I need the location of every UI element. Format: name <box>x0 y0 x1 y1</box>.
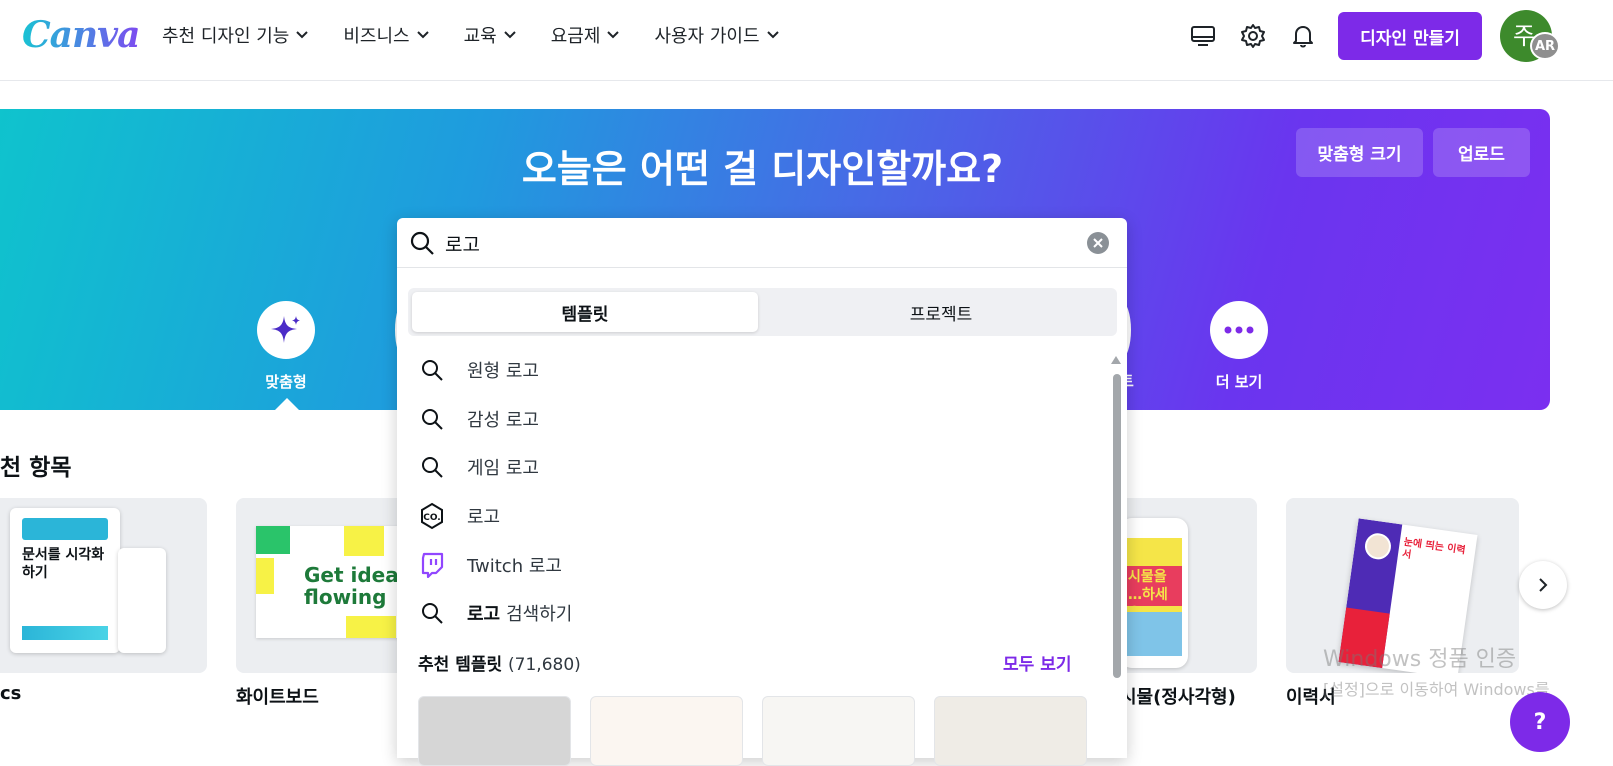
chevron-down-icon <box>504 31 516 39</box>
help-button[interactable]: ? <box>1510 692 1570 752</box>
twitch-icon <box>417 552 447 578</box>
scrollbar-thumb[interactable] <box>1113 374 1121 678</box>
main-nav: 추천 디자인 기능 비즈니스 교육 요금제 사용자 가이드 <box>162 22 814 48</box>
card-label: 화이트보드 <box>236 687 319 708</box>
chevron-right-icon <box>1539 578 1548 592</box>
card-thumb: Get ideas flowing <box>256 526 416 638</box>
card-thumb-phone <box>118 548 166 653</box>
category-pointer <box>275 398 299 410</box>
bell-icon[interactable] <box>1288 20 1318 52</box>
top-bar: Canva 추천 디자인 기능 비즈니스 교육 요금제 사용자 가이드 디자인 … <box>0 0 1613 81</box>
search-icon <box>409 230 435 260</box>
card-thumb-bars <box>22 626 108 640</box>
card-thumb-text: 눈에 띄는 이력서 <box>1401 536 1467 561</box>
windows-activation-hint: [설정]으로 이동하여 Windows를 <box>1323 680 1550 699</box>
suggestion-item[interactable]: 원형 로고 <box>417 350 1077 390</box>
tab-projects[interactable]: 프로젝트 <box>768 292 1114 332</box>
scroll-up-arrow[interactable] <box>1111 356 1121 364</box>
card-thumb: 문서를 시각화하기 <box>10 508 120 653</box>
card-thumb-banner <box>22 518 108 540</box>
search-icon <box>417 358 447 382</box>
chevron-down-icon <box>416 31 429 39</box>
search-icon <box>417 601 447 625</box>
search-input[interactable] <box>445 228 1065 258</box>
suggestion-item[interactable]: 감성 로고 <box>417 399 1077 439</box>
card-whiteboard[interactable]: Get ideas flowing <box>236 498 416 673</box>
more-icon <box>1210 301 1268 359</box>
carousel-next-button[interactable] <box>1519 561 1567 609</box>
card-thumb-image <box>1126 612 1182 656</box>
top-icons <box>1188 20 1318 52</box>
suggestion-item[interactable]: Twitch 로고 <box>417 545 1077 585</box>
template-thumbnail[interactable] <box>418 696 571 766</box>
category-label: 맞춤형 <box>265 373 307 391</box>
nav-business[interactable]: 비즈니스 <box>343 22 429 48</box>
search-dropdown: 템플릿 프로젝트 원형 로고 감성 로고 게임 로고 CO. 로고 Twitch… <box>397 218 1127 766</box>
suggestion-text: 원형 로고 <box>467 361 539 382</box>
card-label: cs <box>0 683 22 704</box>
suggestion-text: Twitch 로고 <box>467 556 562 577</box>
template-thumbnail[interactable] <box>934 696 1087 766</box>
nav-pricing[interactable]: 요금제 <box>551 22 621 48</box>
sticky-note <box>346 616 396 638</box>
chevron-down-icon <box>296 31 309 39</box>
desktop-icon[interactable] <box>1188 20 1218 52</box>
search-all-item[interactable]: 로고 검색하기 <box>417 593 1077 633</box>
card-docs[interactable]: 문서를 시각화하기 <box>0 498 207 673</box>
custom-size-button[interactable]: 맞춤형 크기 <box>1296 128 1423 177</box>
suggestion-item[interactable]: CO. 로고 <box>417 496 1077 536</box>
card-thumb: 시물을 …하세요 <box>1126 538 1182 656</box>
sparkle-icon <box>257 301 315 359</box>
sticky-note <box>256 558 274 594</box>
clear-search-button[interactable] <box>1087 232 1109 254</box>
card-thumb-text: 시물을 …하세요 <box>1126 566 1182 621</box>
nav-education[interactable]: 교육 <box>464 22 517 48</box>
category-more[interactable]: 더 보기 <box>1189 301 1289 392</box>
search-bar <box>397 218 1127 268</box>
svg-text:CO.: CO. <box>423 513 440 523</box>
nav-user-guide[interactable]: 사용자 가이드 <box>654 22 779 48</box>
category-custom[interactable]: 맞춤형 <box>236 301 336 392</box>
gear-icon[interactable] <box>1238 20 1268 52</box>
recommended-templates-count: (71,680) <box>508 655 581 675</box>
search-icon <box>417 407 447 431</box>
create-design-button[interactable]: 디자인 만들기 <box>1338 12 1482 60</box>
chevron-down-icon <box>766 31 779 39</box>
tab-templates[interactable]: 템플릿 <box>412 292 758 332</box>
canva-logo[interactable]: Canva <box>22 14 140 56</box>
sticky-note <box>344 526 384 556</box>
suggestion-text: 로고 <box>467 507 501 528</box>
suggestion-text: 검색하기 <box>506 604 573 625</box>
template-thumbnail[interactable] <box>762 696 915 766</box>
section-title: 천 항목 <box>0 455 72 481</box>
card-label: 시물(정사각형) <box>1120 687 1236 708</box>
recommended-templates-title: 추천 템플릿 (71,680) <box>418 655 581 675</box>
see-all-link[interactable]: 모두 보기 <box>1003 650 1071 675</box>
search-term: 로고 <box>467 604 501 625</box>
suggestion-text: 감성 로고 <box>467 410 539 431</box>
windows-activation-watermark: Windows 정품 인증 <box>1323 647 1517 672</box>
upload-button[interactable]: 업로드 <box>1433 128 1530 177</box>
team-badge[interactable]: AR <box>1530 32 1560 60</box>
search-icon <box>417 455 447 479</box>
chevron-down-icon <box>607 31 620 39</box>
card-thumb-text: 문서를 시각화하기 <box>22 547 105 581</box>
card-social-post[interactable]: 시물을 …하세요 <box>1110 498 1257 673</box>
logo-badge-icon: CO. <box>417 502 447 530</box>
close-icon <box>1093 238 1103 248</box>
category-label: 더 보기 <box>1215 373 1263 391</box>
nav-featured[interactable]: 추천 디자인 기능 <box>162 22 309 48</box>
sticky-note <box>256 526 290 554</box>
suggestion-item[interactable]: 게임 로고 <box>417 447 1077 487</box>
template-thumbnail[interactable] <box>590 696 743 766</box>
card-thumb-phone: 시물을 …하세요 <box>1120 518 1188 668</box>
suggestion-text: 게임 로고 <box>467 458 539 479</box>
search-tabs: 템플릿 프로젝트 <box>408 288 1117 336</box>
